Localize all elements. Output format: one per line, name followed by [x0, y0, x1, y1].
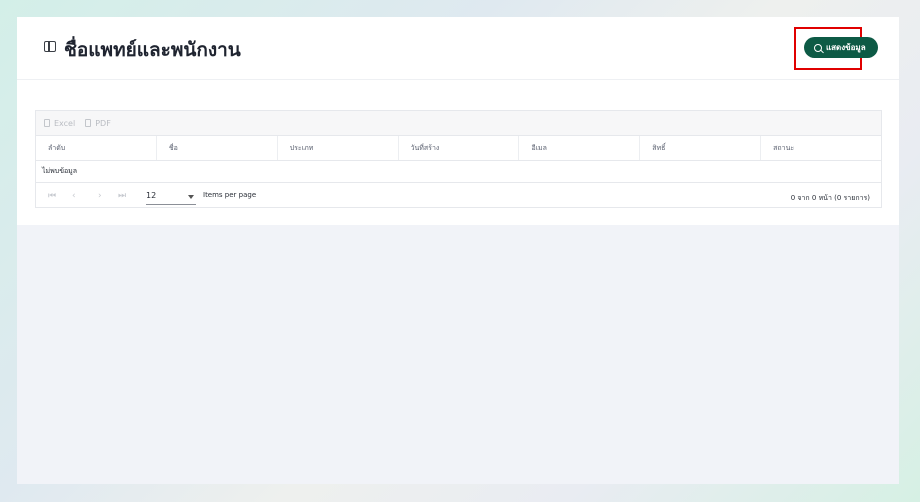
column-header-permission[interactable]: สิทธิ์ — [640, 136, 762, 160]
pdf-file-icon — [85, 119, 92, 127]
next-page-icon[interactable]: › — [98, 191, 102, 201]
no-data-row: ไม่พบข้อมูล — [36, 161, 881, 183]
column-header-status[interactable]: สถานะ — [761, 136, 881, 160]
column-header-email[interactable]: อีเมล — [519, 136, 641, 160]
pdf-label: PDF — [95, 118, 111, 128]
items-per-page-value: 12 — [146, 191, 157, 200]
items-per-page-select[interactable]: 12 — [146, 191, 196, 205]
excel-file-icon — [44, 119, 50, 127]
prev-page-icon[interactable]: ‹ — [72, 191, 76, 201]
page-summary: 0 จาก 0 หน้า (0 รายการ) — [790, 194, 870, 202]
sidebar-toggle-icon[interactable] — [44, 41, 56, 52]
search-icon — [814, 43, 822, 52]
pagination-bar: ⏮ ‹ › ⏭ 12 Items per page 0 จาก 0 หน้า (… — [36, 183, 881, 210]
app-frame: ชื่อแพทย์และพนักงาน แสดงข้อมูล Excel PDF… — [17, 17, 899, 484]
column-header-created[interactable]: วันที่สร้าง — [399, 136, 520, 160]
column-header-name[interactable]: ชื่อ — [157, 136, 278, 160]
data-grid: Excel PDF ลำดับ ชื่อ ประเภท วันที่สร้าง … — [35, 110, 882, 208]
column-header-type[interactable]: ประเภท — [278, 136, 399, 160]
last-page-icon[interactable]: ⏭ — [118, 191, 126, 201]
table-header-row: ลำดับ ชื่อ ประเภท วันที่สร้าง อีเมล สิทธ… — [36, 136, 881, 161]
first-page-icon[interactable]: ⏮ — [48, 191, 56, 201]
export-excel-button[interactable]: Excel — [44, 119, 75, 128]
items-per-page-label: Items per page — [203, 191, 257, 199]
page-header: ชื่อแพทย์และพนักงาน แสดงข้อมูล — [17, 17, 899, 80]
content-panel: ชื่อแพทย์และพนักงาน แสดงข้อมูล Excel PDF… — [17, 17, 899, 225]
grid-toolbar: Excel PDF — [36, 111, 881, 136]
chevron-down-icon — [188, 195, 194, 199]
show-data-label: แสดงข้อมูล — [826, 43, 866, 52]
column-header-order[interactable]: ลำดับ — [36, 136, 157, 160]
page-title: ชื่อแพทย์และพนักงาน — [64, 39, 241, 61]
excel-label: Excel — [54, 118, 76, 128]
export-pdf-button[interactable]: PDF — [85, 119, 111, 128]
show-data-button[interactable]: แสดงข้อมูล — [804, 37, 878, 58]
